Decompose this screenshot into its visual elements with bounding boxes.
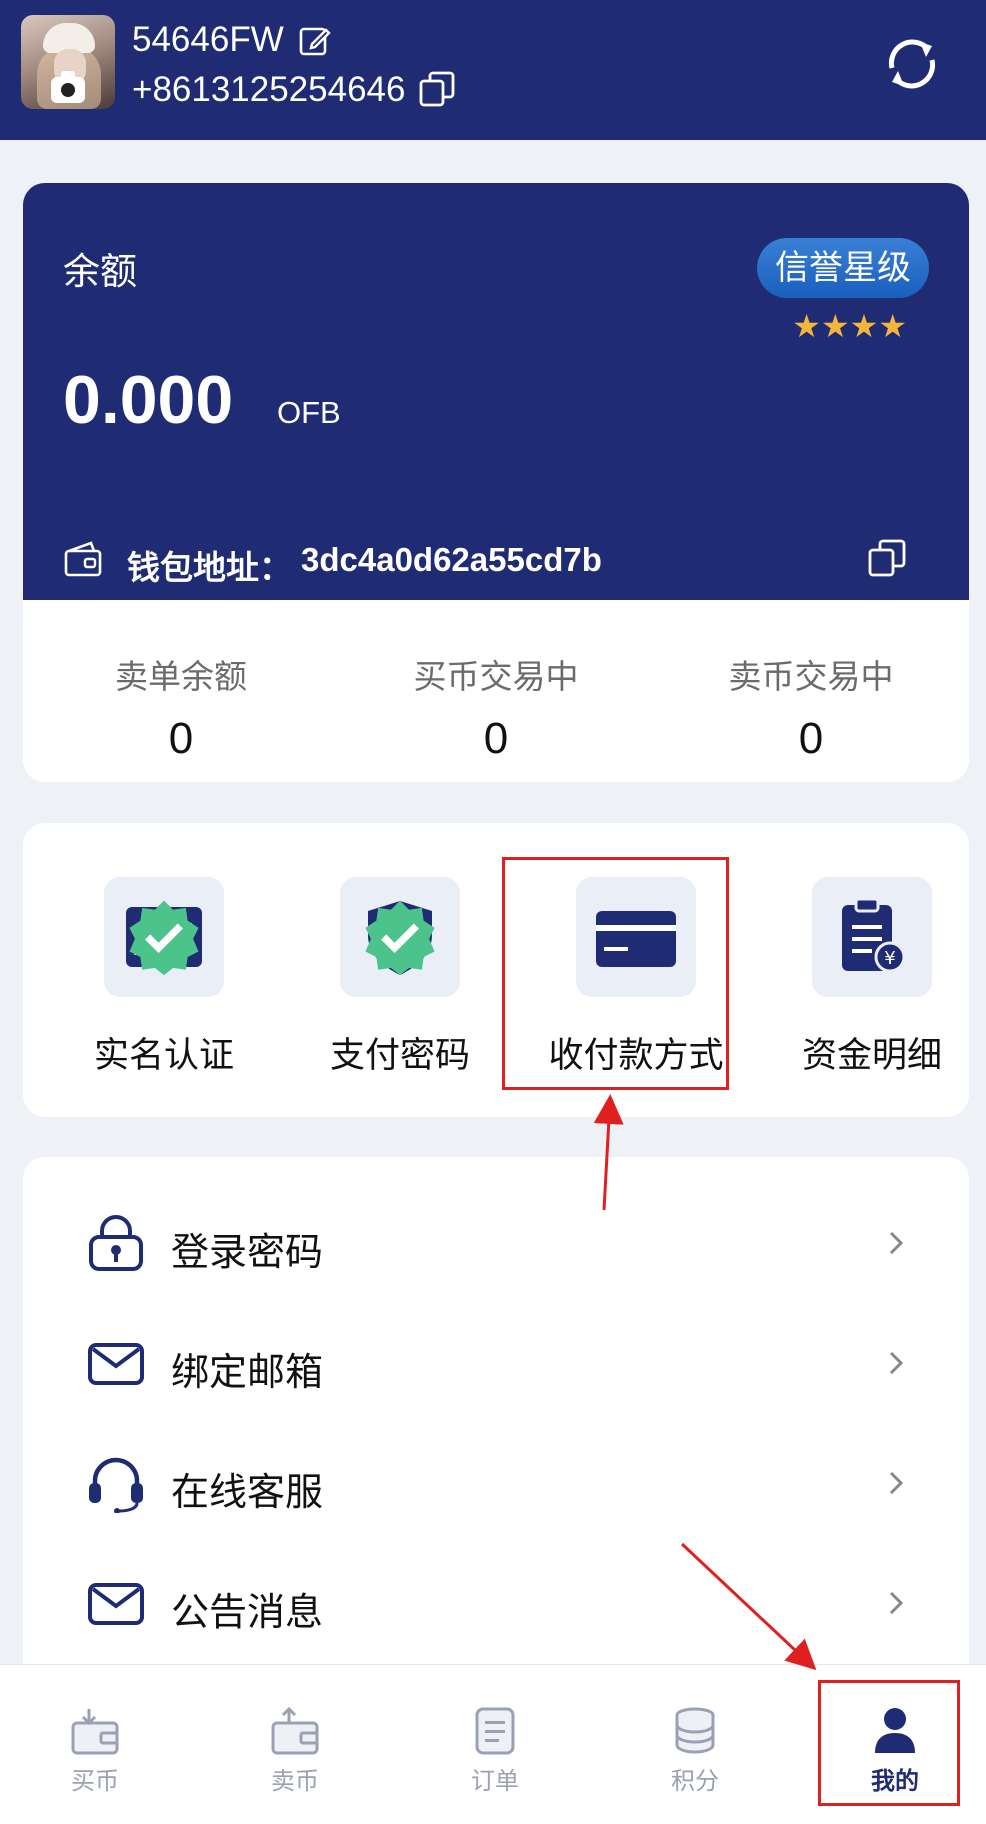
headset-icon — [89, 1457, 143, 1513]
clipboard-yuan-icon: ¥ — [842, 897, 906, 973]
balance-label: 余额 — [63, 250, 137, 293]
copy-icon[interactable] — [867, 538, 907, 578]
menu-item-login-password[interactable]: 登录密码 — [23, 1183, 969, 1303]
balance-unit: OFB — [277, 395, 341, 430]
wallet-address-label: 钱包地址： — [127, 548, 292, 587]
credit-stars: ★★★★ — [792, 307, 907, 345]
credit-level-badge[interactable]: 信誉星级 — [757, 238, 929, 298]
menu-item-label: 公告消息 — [171, 1590, 324, 1634]
tab-points[interactable]: 积分 — [596, 1705, 794, 1796]
stat-sell-order-balance: 卖单余额 0 — [23, 650, 339, 764]
mail-icon — [88, 1343, 144, 1385]
stat-value: 0 — [168, 714, 194, 763]
top-bar: 54646FW +8613125254646 — [0, 0, 986, 140]
stat-label: 卖单余额 — [115, 657, 247, 696]
annotation-highlight-box — [502, 857, 729, 1090]
stat-buy-in-progress: 买币交易中 0 — [338, 650, 654, 764]
tab-label: 买币 — [71, 1767, 119, 1795]
quick-action-label: 资金明细 — [801, 1036, 942, 1076]
stat-value: 0 — [483, 714, 509, 763]
chevron-right-icon — [889, 1471, 904, 1495]
lock-icon — [89, 1215, 143, 1271]
menu-item-bind-email[interactable]: 绑定邮箱 — [23, 1303, 969, 1423]
copy-icon[interactable] — [418, 70, 456, 108]
tab-label: 卖币 — [271, 1767, 319, 1795]
stat-sell-in-progress: 卖币交易中 0 — [653, 650, 969, 764]
coins-stack-icon — [675, 1707, 715, 1754]
annotation-highlight-box — [818, 1680, 960, 1806]
quick-action-fund-details[interactable]: ¥ 资金明细 — [754, 877, 986, 1078]
verified-check-icon — [365, 900, 435, 976]
username: 54646FW — [132, 20, 284, 59]
stat-label: 卖币交易中 — [728, 657, 894, 696]
mail-icon — [88, 1583, 144, 1625]
verified-check-icon — [129, 900, 199, 976]
menu-item-announcements[interactable]: 公告消息 — [23, 1543, 969, 1663]
tab-buy[interactable]: 买币 — [0, 1705, 194, 1796]
balance-amount: 0.000 — [63, 362, 234, 438]
stat-value: 0 — [798, 714, 824, 763]
chevron-right-icon — [889, 1591, 904, 1615]
quick-action-real-name[interactable]: 实名认证 — [46, 877, 282, 1078]
menu-item-online-support[interactable]: 在线客服 — [23, 1423, 969, 1543]
wallet-icon — [64, 541, 102, 577]
svg-text:¥: ¥ — [884, 948, 895, 969]
chevron-right-icon — [889, 1231, 904, 1255]
wallet-address: 3dc4a0d62a55cd7b — [301, 541, 602, 578]
quick-actions: 实名认证 支付密码 收付款方式 ¥ 资金明细 — [23, 823, 969, 1117]
quick-action-label: 支付密码 — [329, 1036, 470, 1076]
quick-action-payment-password[interactable]: 支付密码 — [282, 877, 518, 1078]
avatar[interactable] — [21, 15, 115, 109]
sell-wallet-icon — [271, 1706, 319, 1755]
menu-item-label: 登录密码 — [171, 1230, 324, 1274]
order-list-icon — [475, 1707, 515, 1755]
tab-sell[interactable]: 卖币 — [196, 1705, 394, 1796]
menu-item-label: 绑定邮箱 — [171, 1350, 324, 1394]
menu-item-label: 在线客服 — [171, 1470, 324, 1514]
trade-stats: 卖单余额 0 买币交易中 0 卖币交易中 0 — [23, 600, 969, 782]
chevron-right-icon — [889, 1351, 904, 1375]
tab-orders[interactable]: 订单 — [396, 1705, 594, 1796]
balance-card: 余额 信誉星级 ★★★★ 0.000 OFB 钱包地址： 3dc4a0d62a5… — [23, 183, 969, 623]
tab-label: 订单 — [471, 1767, 519, 1795]
tab-label: 积分 — [671, 1767, 719, 1795]
settings-menu: 登录密码 绑定邮箱 在线客服 公告消息 — [23, 1157, 969, 1717]
quick-action-label: 实名认证 — [93, 1036, 234, 1076]
stat-label: 买币交易中 — [413, 657, 579, 696]
buy-wallet-icon — [71, 1709, 119, 1755]
phone-number: +8613125254646 — [132, 70, 406, 109]
refresh-icon[interactable] — [880, 32, 944, 96]
edit-icon[interactable] — [298, 24, 332, 58]
camera-icon[interactable] — [51, 71, 85, 103]
